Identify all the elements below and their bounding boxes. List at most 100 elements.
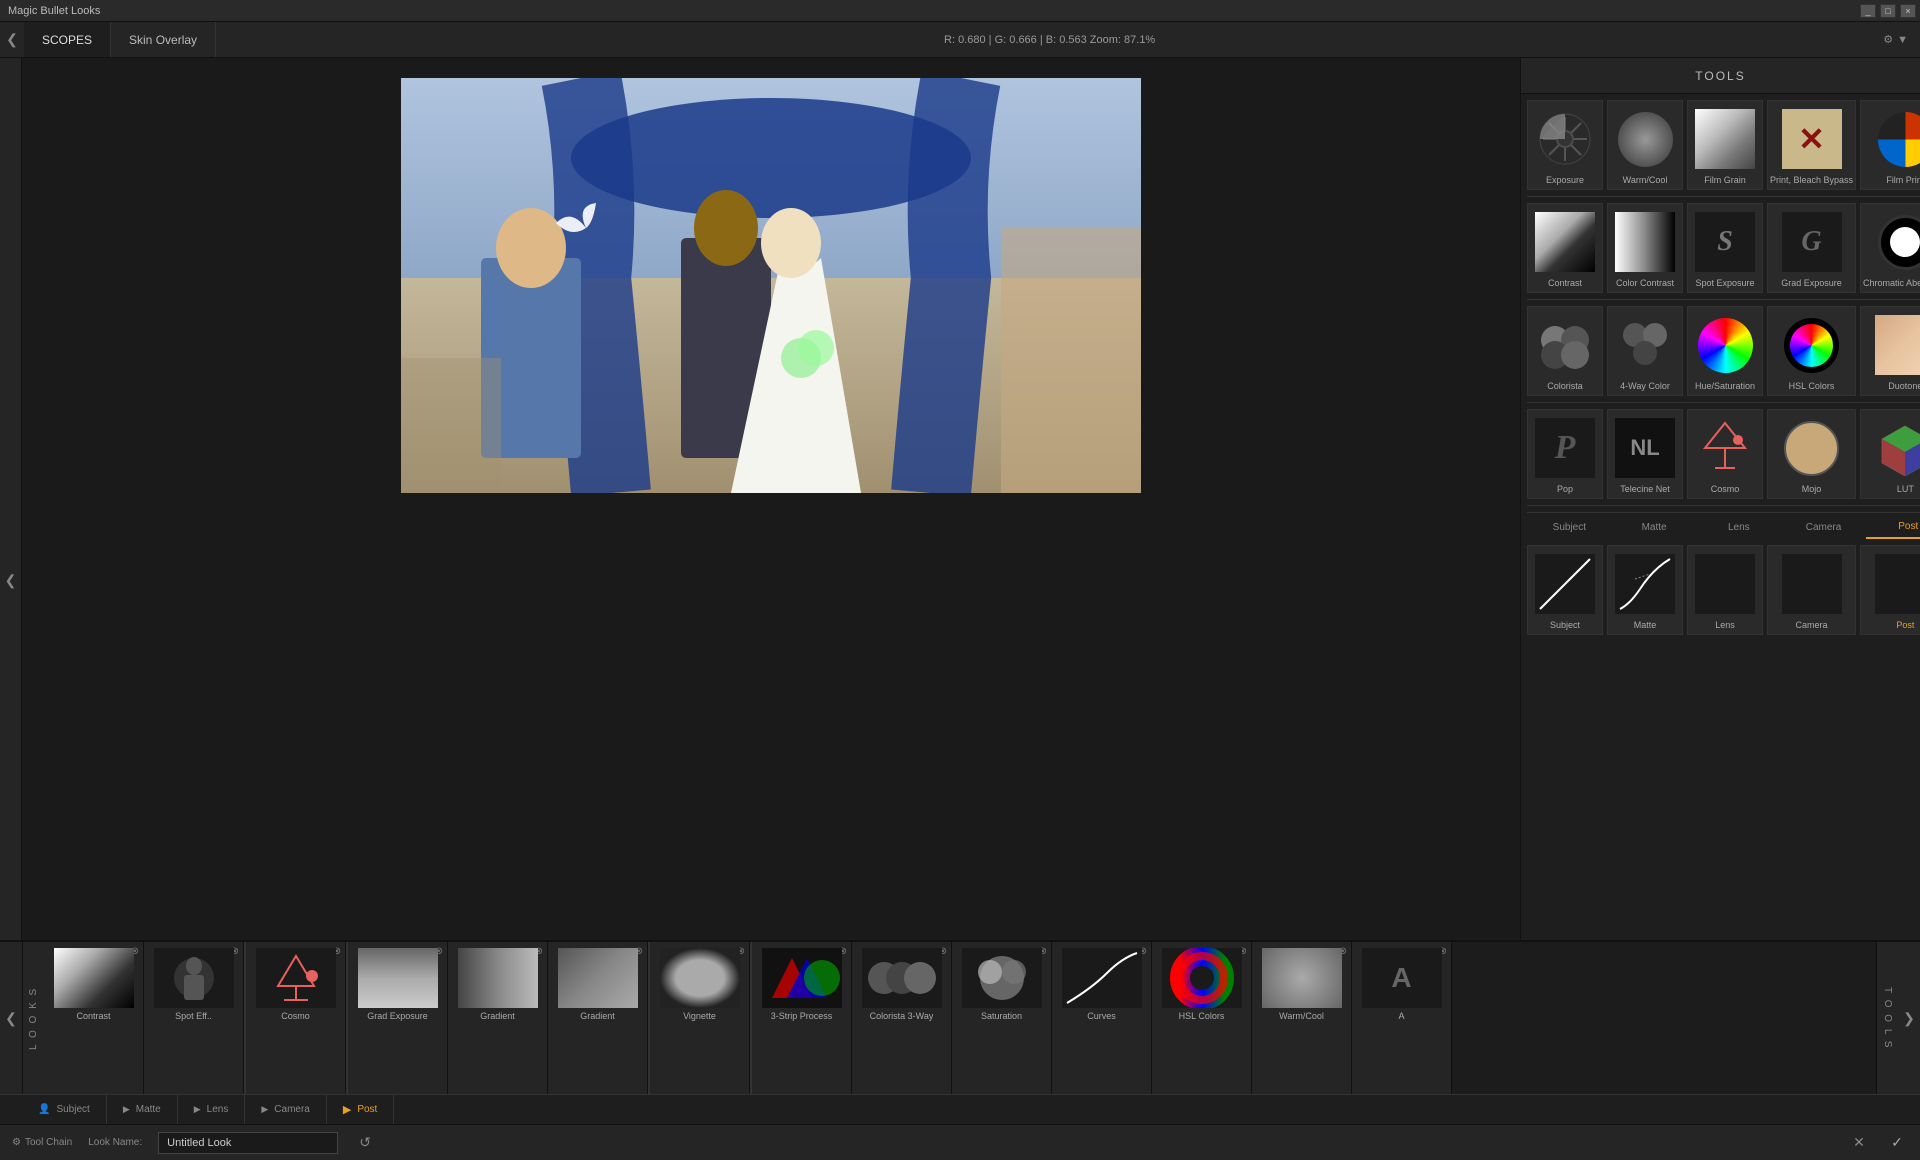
chromatic-label: Chromatic Aberration <box>1863 276 1920 288</box>
section-subject[interactable]: 👤 Subject <box>22 1095 107 1124</box>
mojo-label: Mojo <box>1770 482 1853 494</box>
colorista3-strip-label: Colorista 3-Way <box>870 1011 934 1021</box>
3strip-strip-label: 3-Strip Process <box>771 1011 833 1021</box>
tool-subject[interactable]: Subject <box>1527 545 1603 635</box>
colorista3-strip-thumb <box>862 948 942 1008</box>
lens-label: Lens <box>1690 618 1760 630</box>
strip-nav-right[interactable]: ❯ <box>1898 942 1920 1094</box>
tab-subject[interactable]: Subject <box>1527 515 1612 539</box>
strip-item-gradient2[interactable]: ⊗ Gradient <box>548 942 648 1094</box>
cosmo-thumb <box>1690 414 1760 482</box>
section-camera[interactable]: ▶ Camera <box>245 1095 327 1124</box>
close-btn[interactable]: × <box>1900 4 1916 18</box>
tab-skin-overlay[interactable]: Skin Overlay <box>111 22 216 57</box>
matte-label: Matte <box>1610 618 1680 630</box>
matte-section-label: Matte <box>136 1104 161 1115</box>
row-sep-2 <box>1527 299 1920 300</box>
tool-hue-sat[interactable]: Hue/Saturation <box>1687 306 1763 396</box>
mojo-thumb <box>1777 414 1847 482</box>
strip-nav-left[interactable]: ❮ <box>0 942 22 1094</box>
post-section-label: Post <box>357 1104 377 1115</box>
strip-item-spot[interactable]: ⊗ Spot Eff.. <box>144 942 244 1094</box>
tool-cosmo[interactable]: Cosmo <box>1687 409 1763 499</box>
tool-telecine[interactable]: NL Telecine Net <box>1607 409 1683 499</box>
tool-lens[interactable]: Lens <box>1687 545 1763 635</box>
strip-item-saturation[interactable]: ⊗ Saturation <box>952 942 1052 1094</box>
section-matte[interactable]: ▶ Matte <box>107 1095 178 1124</box>
tool-color-contrast[interactable]: Color Contrast <box>1607 203 1683 293</box>
row-sep-3 <box>1527 402 1920 403</box>
cancel-btn[interactable]: ✕ <box>1848 1132 1870 1154</box>
strip-item-warm[interactable]: ⊗ Warm/Cool <box>1252 942 1352 1094</box>
tool-pop[interactable]: P Pop <box>1527 409 1603 499</box>
reset-btn[interactable]: ↺ <box>354 1132 376 1154</box>
nav-left-btn[interactable]: ❮ <box>0 22 24 58</box>
confirm-btn[interactable]: ✓ <box>1886 1132 1908 1154</box>
tool-contrast[interactable]: Contrast <box>1527 203 1603 293</box>
tool-camera[interactable]: Camera <box>1767 545 1856 635</box>
tool-warm-cool[interactable]: Warm/Cool <box>1607 100 1683 190</box>
warm-strip-label: Warm/Cool <box>1279 1011 1324 1021</box>
tab-post[interactable]: Post <box>1866 515 1920 539</box>
duotone-label: Duotone <box>1863 379 1920 391</box>
settings-btn[interactable]: ⚙ ▼ <box>1883 33 1920 46</box>
colorista-label: Colorista <box>1530 379 1600 391</box>
strip-item-a[interactable]: ⊗ A A <box>1352 942 1452 1094</box>
cosmo-strip-label: Cosmo <box>281 1011 310 1021</box>
subject-section-label: Subject <box>56 1104 89 1115</box>
warm-strip-thumb <box>1262 948 1342 1008</box>
tool-4way[interactable]: 4-Way Color <box>1607 306 1683 396</box>
tool-film-grain[interactable]: Film Grain <box>1687 100 1763 190</box>
top-tabs: SCOPES Skin Overlay <box>24 22 216 57</box>
strip-item-grad[interactable]: ⊗ Grad Exposure <box>348 942 448 1094</box>
minimize-btn[interactable]: _ <box>1860 4 1876 18</box>
strip-item-curves[interactable]: ⊗ Curves <box>1052 942 1152 1094</box>
tool-hsl[interactable]: HSL Colors <box>1767 306 1856 396</box>
section-lens[interactable]: ▶ Lens <box>178 1095 246 1124</box>
hsl-icon <box>1784 318 1839 373</box>
strip-item-3strip[interactable]: ⊗ 3-Strip Process <box>752 942 852 1094</box>
strip-item-cosmo[interactable]: ⊗ Cosmo <box>246 942 346 1094</box>
warm-cool-icon <box>1618 112 1673 167</box>
a-strip-label: A <box>1398 1011 1404 1021</box>
strip-item-colorista3[interactable]: ⊗ Colorista 3-Way <box>852 942 952 1094</box>
tool-grad-exposure[interactable]: G Grad Exposure <box>1767 203 1856 293</box>
tab-matte[interactable]: Matte <box>1612 515 1697 539</box>
tab-lens[interactable]: Lens <box>1696 515 1781 539</box>
strip-item-contrast[interactable]: ⊗ Contrast <box>44 942 144 1094</box>
tool-matte[interactable]: Matte <box>1607 545 1683 635</box>
strip-item-hsl[interactable]: ⊗ HSL Colors <box>1152 942 1252 1094</box>
tool-mojo[interactable]: Mojo <box>1767 409 1856 499</box>
strip-item-gradient1[interactable]: ⊗ Gradient <box>448 942 548 1094</box>
look-name-label: Look Name: <box>88 1137 142 1148</box>
tool-chain-strip: ❮ L O O K S ⊗ Contrast ⊗ <box>0 942 1920 1094</box>
looks-label: L O O K S <box>22 942 44 1094</box>
film-print-label: Film Print <box>1863 173 1920 185</box>
tab-scopes[interactable]: SCOPES <box>24 22 111 57</box>
color-contrast-icon <box>1615 212 1675 272</box>
tool-post[interactable]: Post <box>1860 545 1920 635</box>
tool-duotone[interactable]: Duotone <box>1860 306 1920 396</box>
maximize-btn[interactable]: □ <box>1880 4 1896 18</box>
tool-film-print[interactable]: Film Print <box>1860 100 1920 190</box>
tool-exposure[interactable]: Exposure <box>1527 100 1603 190</box>
tab-camera[interactable]: Camera <box>1781 515 1866 539</box>
telecine-icon: NL <box>1615 418 1675 478</box>
look-name-input[interactable] <box>158 1132 338 1154</box>
section-post[interactable]: ▶ Post <box>327 1095 394 1124</box>
4way-thumb <box>1610 311 1680 379</box>
tool-print-bleach[interactable]: ✕ Print, Bleach Bypass <box>1767 100 1856 190</box>
strip-item-vignette[interactable]: ⊗ Vignette <box>650 942 750 1094</box>
film-grain-label: Film Grain <box>1690 173 1760 185</box>
pop-thumb: P <box>1530 414 1600 482</box>
preview-photo <box>401 78 1141 493</box>
tools-label: T O O L S <box>1876 942 1898 1094</box>
subject-label: Subject <box>1530 618 1600 630</box>
camera-icon <box>1782 554 1842 614</box>
subject-thumb <box>1530 550 1600 618</box>
tool-colorista[interactable]: Colorista <box>1527 306 1603 396</box>
window-controls[interactable]: _ □ × <box>1860 4 1916 18</box>
tool-chromatic[interactable]: Chromatic Aberration <box>1860 203 1920 293</box>
tool-lut[interactable]: LUT <box>1860 409 1920 499</box>
tool-spot-exposure[interactable]: S Spot Exposure <box>1687 203 1763 293</box>
